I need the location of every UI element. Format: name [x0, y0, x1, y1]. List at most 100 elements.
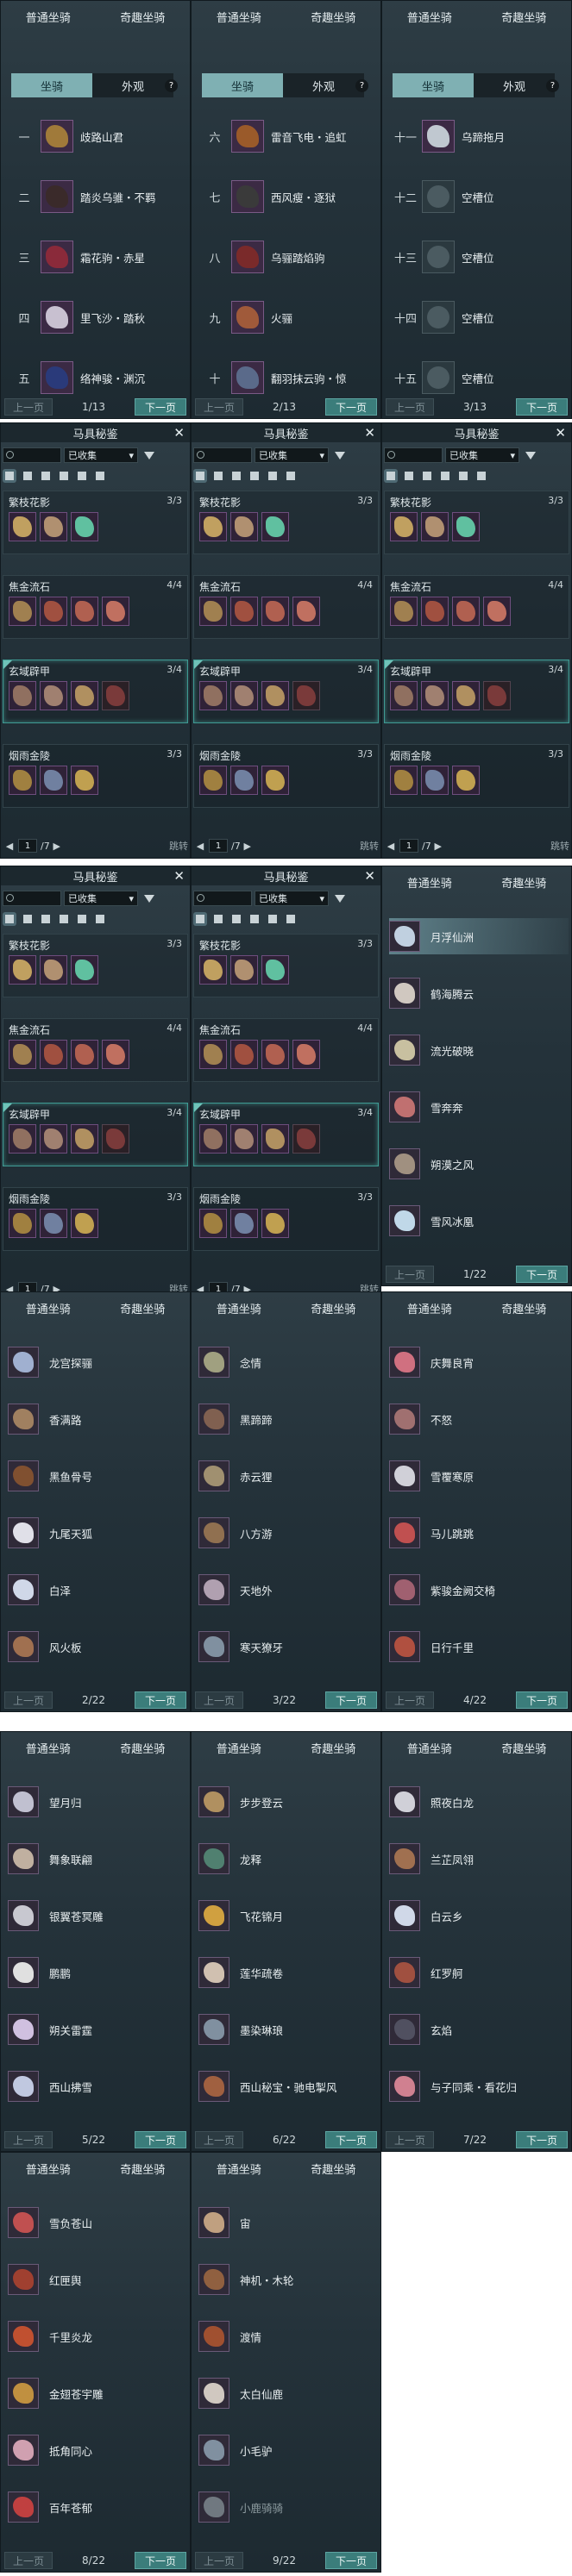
- chevron-right-icon[interactable]: ▶: [241, 839, 255, 853]
- fun-mount-item[interactable]: 鹤海腾云: [389, 975, 569, 1011]
- fun-mount-item[interactable]: 雪覆寒原: [389, 1458, 569, 1494]
- all-slots-icon[interactable]: [384, 469, 398, 483]
- search-input[interactable]: [384, 447, 443, 463]
- tab-fun-mount[interactable]: 奇趣坐骑: [501, 1740, 546, 1756]
- fun-mount-item[interactable]: 八方游: [198, 1515, 378, 1551]
- saddle-item-slot[interactable]: [292, 681, 320, 710]
- search-input[interactable]: [3, 891, 61, 906]
- subtab-appearance[interactable]: 外观: [92, 73, 173, 97]
- saddle-item-slot[interactable]: [102, 681, 129, 710]
- tab-normal-mount[interactable]: 普通坐骑: [217, 1740, 261, 1756]
- bridle-icon[interactable]: [39, 469, 53, 483]
- saddle-set[interactable]: 烟雨金陵 3/3: [3, 744, 188, 808]
- tab-fun-mount[interactable]: 奇趣坐骑: [120, 9, 165, 25]
- fun-mount-item[interactable]: 神机・木轮: [198, 2261, 378, 2298]
- saddle-item-slot[interactable]: [9, 597, 36, 626]
- tab-normal-mount[interactable]: 普通坐骑: [407, 1300, 452, 1316]
- fun-mount-item[interactable]: 流光破晓: [389, 1032, 569, 1068]
- subtab-mount[interactable]: 坐骑: [202, 73, 283, 97]
- page-number-input[interactable]: 1: [399, 839, 418, 853]
- prev-page-button[interactable]: 上一页: [386, 1691, 434, 1709]
- fun-mount-item[interactable]: 九尾天狐: [8, 1515, 187, 1551]
- fun-mount-item[interactable]: 朔关雷霆: [8, 2011, 187, 2048]
- mount-row[interactable]: 十五 空槽位: [389, 360, 565, 396]
- saddle-item-slot[interactable]: [71, 681, 98, 710]
- fun-mount-item[interactable]: 马儿跳跳: [389, 1515, 569, 1551]
- tab-fun-mount[interactable]: 奇趣坐骑: [501, 9, 546, 25]
- saddle-item-slot[interactable]: [9, 1124, 36, 1154]
- saddle-set[interactable]: 繁枝花影 3/3: [193, 934, 379, 997]
- tab-fun-mount[interactable]: 奇趣坐骑: [501, 1300, 546, 1316]
- tab-normal-mount[interactable]: 普通坐骑: [407, 874, 452, 891]
- saddle-item-slot[interactable]: [40, 1040, 67, 1069]
- tab-fun-mount[interactable]: 奇趣坐骑: [120, 1740, 165, 1756]
- prev-page-button[interactable]: 上一页: [195, 1691, 243, 1709]
- armor-icon[interactable]: [93, 912, 107, 926]
- mount-row[interactable]: 八 乌骊踏焰驹: [198, 239, 374, 275]
- saddle-item-slot[interactable]: [421, 512, 449, 541]
- saddle-set[interactable]: 焦金流石 4/4: [193, 1018, 379, 1082]
- saddle-item-slot[interactable]: [9, 512, 36, 541]
- mount-row[interactable]: 七 西风瘦・逐狱: [198, 178, 374, 215]
- tab-normal-mount[interactable]: 普通坐骑: [26, 1300, 71, 1316]
- saddle-item-slot[interactable]: [71, 597, 98, 626]
- next-page-button[interactable]: 下一页: [324, 398, 377, 416]
- saddle-item-slot[interactable]: [292, 597, 320, 626]
- fun-mount-item[interactable]: 西山拂雪: [8, 2068, 187, 2104]
- fun-mount-item[interactable]: 日行千里: [389, 1629, 569, 1665]
- help-icon[interactable]: ?: [355, 79, 368, 92]
- saddle-item-slot[interactable]: [483, 681, 511, 710]
- saddle-item-slot[interactable]: [230, 681, 258, 710]
- saddle-item-slot[interactable]: [199, 1040, 227, 1069]
- armor-icon[interactable]: [93, 469, 107, 483]
- stirrup-icon[interactable]: [57, 469, 71, 483]
- saddle-set[interactable]: 繁枝花影 3/3: [193, 491, 379, 554]
- saddle-item-slot[interactable]: [261, 766, 289, 795]
- fun-mount-item[interactable]: 龙释: [198, 1841, 378, 1877]
- saddle-set[interactable]: 焦金流石 4/4: [3, 575, 188, 639]
- tab-normal-mount[interactable]: 普通坐骑: [217, 2160, 261, 2177]
- saddle-item-slot[interactable]: [452, 597, 480, 626]
- search-input[interactable]: [3, 447, 61, 463]
- fun-mount-item[interactable]: 香满路: [8, 1401, 187, 1437]
- fun-mount-item[interactable]: 雪风冰凰: [389, 1203, 569, 1239]
- saddle-item-slot[interactable]: [390, 681, 418, 710]
- fun-mount-item[interactable]: 银翼苍冥雕: [8, 1898, 187, 1934]
- saddle-set[interactable]: 繁枝花影 3/3: [384, 491, 569, 554]
- fun-mount-item[interactable]: 百年苍郁: [8, 2489, 187, 2525]
- saddle-set[interactable]: 繁枝花影 3/3: [3, 491, 188, 554]
- prev-page-button[interactable]: 上一页: [195, 2131, 243, 2148]
- fun-mount-item[interactable]: 风火板: [8, 1629, 187, 1665]
- fun-mount-item[interactable]: 红匣舆: [8, 2261, 187, 2298]
- saddle-item-slot[interactable]: [199, 766, 227, 795]
- bridle-icon[interactable]: [229, 912, 243, 926]
- saddle-item-slot[interactable]: [199, 597, 227, 626]
- fun-mount-item[interactable]: 庆舞良宵: [389, 1344, 569, 1380]
- fun-mount-item[interactable]: 渡情: [198, 2318, 378, 2354]
- mount-row[interactable]: 二 踏炎乌骓・不羁: [8, 178, 184, 215]
- funnel-icon[interactable]: [335, 894, 345, 903]
- page-number-input[interactable]: 1: [18, 839, 37, 853]
- fun-mount-item[interactable]: 抵角同心: [8, 2432, 187, 2468]
- saddle-icon[interactable]: [21, 912, 35, 926]
- saddle-item-slot[interactable]: [421, 681, 449, 710]
- close-icon[interactable]: ✕: [173, 425, 185, 441]
- bridle-icon[interactable]: [420, 469, 434, 483]
- armor-icon[interactable]: [475, 469, 488, 483]
- saddle-item-slot[interactable]: [261, 597, 289, 626]
- help-icon[interactable]: ?: [546, 79, 559, 92]
- mount-row[interactable]: 五 络神骏・渊沉: [8, 360, 184, 396]
- fun-mount-item[interactable]: 白泽: [8, 1572, 187, 1608]
- fun-mount-item[interactable]: 与子同乘・看花归: [389, 2068, 569, 2104]
- all-slots-icon[interactable]: [193, 469, 207, 483]
- saddle-item-slot[interactable]: [9, 955, 36, 985]
- saddle-item-slot[interactable]: [40, 512, 67, 541]
- mount-row[interactable]: 三 霜花驹・赤星: [8, 239, 184, 275]
- funnel-icon[interactable]: [144, 894, 154, 903]
- fun-mount-item[interactable]: 不怒: [389, 1401, 569, 1437]
- jump-button[interactable]: 跳转: [169, 839, 188, 853]
- tab-fun-mount[interactable]: 奇趣坐骑: [501, 874, 546, 891]
- next-page-button[interactable]: 下一页: [324, 2552, 377, 2569]
- next-page-button[interactable]: 下一页: [515, 1266, 568, 1283]
- saddle-item-slot[interactable]: [71, 766, 98, 795]
